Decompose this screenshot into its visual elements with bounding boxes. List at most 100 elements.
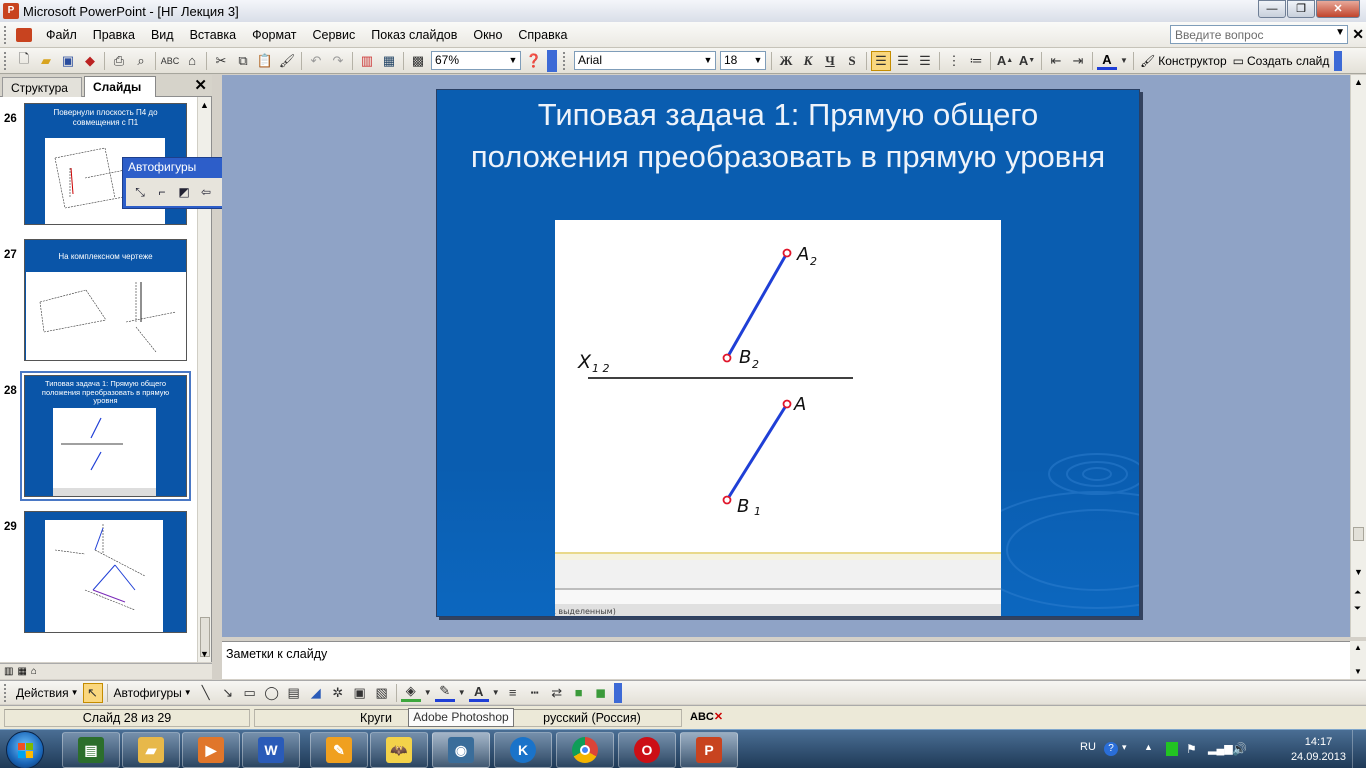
- insert-chart-icon[interactable]: ▥: [357, 51, 377, 71]
- menu-view[interactable]: Вид: [143, 28, 182, 42]
- slide-title[interactable]: Типовая задача 1: Прямую общего положени…: [457, 94, 1119, 178]
- 3d-style-icon[interactable]: ◼: [591, 683, 611, 703]
- taskbar-app-opera[interactable]: O: [618, 732, 676, 768]
- scroll-down-icon[interactable]: ▼: [200, 649, 209, 659]
- chevron-down-icon[interactable]: ▼: [491, 683, 501, 703]
- open-folder-icon[interactable]: ▰: [36, 51, 56, 71]
- slideshow-view-icon[interactable]: ⌂: [31, 666, 37, 677]
- restore-button[interactable]: ❐: [1287, 0, 1315, 18]
- insert-table-icon[interactable]: ▦: [379, 51, 399, 71]
- toolbar-grip[interactable]: [563, 51, 569, 70]
- menu-format[interactable]: Формат: [244, 28, 304, 42]
- wordart-icon[interactable]: ◢: [306, 683, 326, 703]
- menu-edit[interactable]: Правка: [85, 28, 143, 42]
- align-center-icon[interactable]: ☰: [893, 51, 913, 71]
- research-icon[interactable]: ⌂: [182, 51, 202, 71]
- chevron-down-icon[interactable]: ▼: [457, 683, 467, 703]
- next-slide-icon[interactable]: ⏷: [1354, 603, 1361, 614]
- arrow-icon[interactable]: ↘: [218, 683, 238, 703]
- designer-button[interactable]: 🖌 Конструктор: [1137, 54, 1230, 68]
- taskbar-app-explorer[interactable]: ▰: [122, 732, 180, 768]
- taskbar-app-bat[interactable]: 🦇: [370, 732, 428, 768]
- textbox-icon[interactable]: ▤: [284, 683, 304, 703]
- taskbar-app-photoshop[interactable]: ◉: [432, 732, 490, 768]
- dash-style-icon[interactable]: ┅: [525, 683, 545, 703]
- chevron-down-icon[interactable]: ▼: [752, 53, 764, 68]
- diagram-icon[interactable]: ✲: [328, 683, 348, 703]
- document-icon[interactable]: [16, 27, 32, 42]
- slide-thumbnail-27[interactable]: На комплексном чертеже: [24, 239, 187, 361]
- close-button[interactable]: ✕: [1316, 0, 1360, 18]
- redo-icon[interactable]: ↷: [328, 51, 348, 71]
- slide-thumbnail-row[interactable]: 28 Типовая задача 1: Прямую общего полож…: [0, 371, 198, 501]
- paste-icon[interactable]: 📋: [255, 51, 275, 71]
- select-objects-icon[interactable]: ↖: [82, 682, 103, 703]
- notes-scrollbar[interactable]: ▲ ▼: [1350, 641, 1366, 679]
- picture-icon[interactable]: ▧: [372, 683, 392, 703]
- menu-file[interactable]: Файл: [38, 28, 85, 42]
- decrease-font-icon[interactable]: A ▼: [1017, 51, 1037, 71]
- scroll-up-icon[interactable]: ▲: [1354, 77, 1363, 87]
- numbered-list-icon[interactable]: ⋮: [944, 51, 964, 71]
- slide-scrollbar[interactable]: ▲ ▼ ⏶ ⏷: [1350, 75, 1366, 637]
- taskbar-app-powerpoint[interactable]: P: [680, 732, 738, 768]
- normal-view-icon[interactable]: ▥: [4, 666, 13, 677]
- taskbar-app-draw[interactable]: ✎: [310, 732, 368, 768]
- slide-drawing-image[interactable]: A 2 B 2 X 1 2 A B 1 к выделенным): [551, 220, 1001, 616]
- new-slide-button[interactable]: ▭ Создать слайд: [1230, 54, 1333, 68]
- chevron-down-icon[interactable]: ▾: [1122, 742, 1136, 756]
- underline-button[interactable]: Ч: [820, 51, 840, 71]
- decrease-indent-icon[interactable]: ⇤: [1046, 51, 1066, 71]
- previous-slide-icon[interactable]: ⏶: [1354, 587, 1361, 598]
- grid-icon[interactable]: ▩: [408, 51, 428, 71]
- tab-structure[interactable]: Структура: [2, 77, 82, 97]
- autoshapes-menu[interactable]: Автофигуры ▼: [111, 686, 195, 700]
- print-preview-icon[interactable]: ⌕: [131, 51, 151, 71]
- minimize-button[interactable]: —: [1258, 0, 1286, 18]
- bold-button[interactable]: Ж: [776, 51, 796, 71]
- help-icon[interactable]: ❓: [524, 51, 544, 71]
- format-painter-icon[interactable]: 🖌: [277, 51, 297, 71]
- copy-icon[interactable]: ⧉: [233, 51, 253, 71]
- spell-check-status-icon[interactable]: ABC✕: [690, 710, 723, 723]
- shadow-style-icon[interactable]: ■: [569, 683, 589, 703]
- align-right-icon[interactable]: ☰: [915, 51, 935, 71]
- chevron-down-icon[interactable]: ▼: [507, 53, 519, 68]
- taskbar-app-k[interactable]: K: [494, 732, 552, 768]
- status-green-icon[interactable]: [1166, 742, 1178, 756]
- signal-icon[interactable]: ▂▄▆: [1208, 742, 1233, 756]
- spelling-icon[interactable]: ABC: [160, 51, 180, 71]
- cut-icon[interactable]: ✂: [211, 51, 231, 71]
- basic-shapes-icon[interactable]: ◩: [173, 182, 195, 202]
- scroll-up-icon[interactable]: ▲: [1354, 643, 1362, 652]
- lines-icon[interactable]: ⤡: [129, 182, 151, 202]
- help-search-input[interactable]: Введите вопрос ▼: [1170, 25, 1348, 44]
- actions-menu[interactable]: Действия ▼: [13, 686, 82, 700]
- slide-thumbnail-row[interactable]: 27 На комплексном чертеже: [0, 239, 198, 365]
- increase-indent-icon[interactable]: ⇥: [1068, 51, 1088, 71]
- tab-slides[interactable]: Слайды: [84, 76, 156, 98]
- flag-icon[interactable]: ⚑: [1186, 742, 1200, 756]
- document-close-button[interactable]: ✕: [1352, 26, 1364, 43]
- start-button[interactable]: [6, 731, 44, 768]
- taskbar-app-monitor[interactable]: ▤: [62, 732, 120, 768]
- fill-color-icon[interactable]: ◈: [400, 683, 421, 702]
- menu-help[interactable]: Справка: [510, 28, 575, 42]
- font-color-icon[interactable]: A: [1097, 52, 1117, 70]
- rectangle-icon[interactable]: ▭: [240, 683, 260, 703]
- line-icon[interactable]: ╲: [196, 683, 216, 703]
- clipart-icon[interactable]: ▣: [350, 683, 370, 703]
- oval-icon[interactable]: ◯: [262, 683, 282, 703]
- line-style-icon[interactable]: ≡: [503, 683, 523, 703]
- taskbar-app-chrome[interactable]: [556, 732, 614, 768]
- save-icon[interactable]: ▣: [58, 51, 78, 71]
- font-select[interactable]: Arial ▼: [574, 51, 716, 70]
- print-icon[interactable]: ⎙: [109, 51, 129, 71]
- toolbar-options-button[interactable]: [547, 49, 557, 72]
- font-color-icon[interactable]: A: [468, 684, 489, 702]
- scroll-up-icon[interactable]: ▲: [200, 100, 209, 110]
- line-color-icon[interactable]: ✎: [434, 683, 455, 702]
- show-hidden-icons[interactable]: ▲: [1144, 742, 1158, 756]
- block-arrows-icon[interactable]: ⇦: [195, 182, 217, 202]
- toolbar-options-button[interactable]: [1334, 50, 1343, 71]
